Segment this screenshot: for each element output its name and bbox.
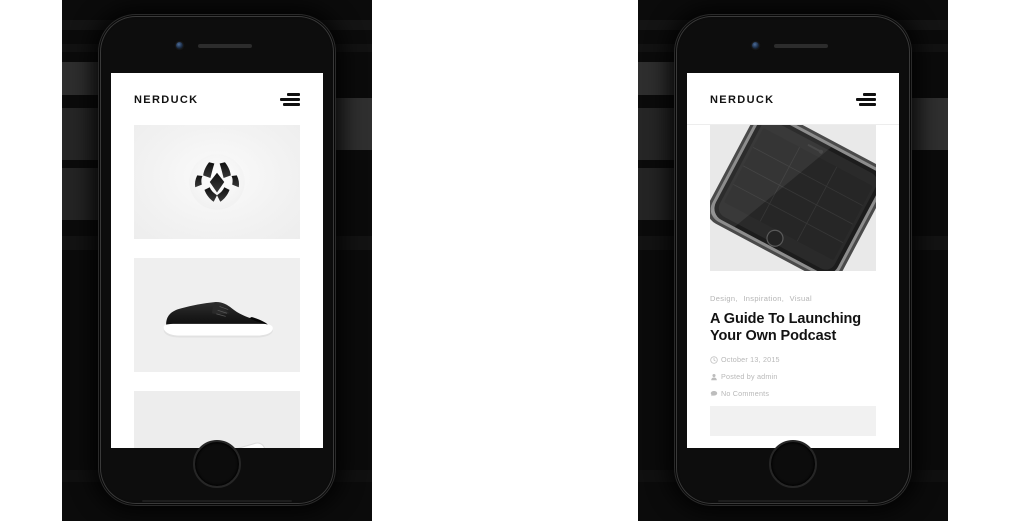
article-meta-comments: No Comments <box>710 389 876 398</box>
category-link[interactable]: Inspiration, <box>743 294 784 303</box>
site-header-left: NERDUCK <box>111 73 323 125</box>
article-meta-author: Posted by admin <box>710 372 876 381</box>
site-brand-right[interactable]: NERDUCK <box>710 94 774 106</box>
phone-mockup-left: NERDUCK <box>62 0 372 521</box>
screenshot-canvas: NERDUCK NERDUCK Design, Inspiration, Vis… <box>0 0 1010 521</box>
hamburger-icon[interactable] <box>280 93 300 107</box>
black-sneaker-image <box>163 302 273 338</box>
home-button[interactable] <box>193 440 241 488</box>
phone-screen-left: NERDUCK <box>111 73 323 448</box>
front-camera-icon <box>176 42 183 49</box>
phone-body-right: NERDUCK Design, Inspiration, Visual A Gu… <box>674 14 912 506</box>
hamburger-line-bottom <box>283 103 300 106</box>
meta-author-text: Posted by admin <box>721 372 778 381</box>
article-featured-image[interactable] <box>710 125 876 271</box>
clock-icon <box>710 355 718 364</box>
woven-lattice-logo-icon <box>189 154 245 210</box>
article-title[interactable]: A Guide To Launching Your Own Podcast <box>710 311 876 344</box>
post-feed <box>111 125 323 448</box>
home-button[interactable] <box>769 440 817 488</box>
dark-iphone-photo <box>710 125 876 271</box>
phone-mockup-right: NERDUCK Design, Inspiration, Visual A Gu… <box>638 0 948 521</box>
phone-body-left: NERDUCK <box>98 14 336 506</box>
article-categories: Design, Inspiration, Visual <box>710 294 876 303</box>
site-brand-left[interactable]: NERDUCK <box>134 94 198 106</box>
post-card-thumbnail[interactable] <box>134 258 300 372</box>
next-post-thumbnail[interactable] <box>710 406 876 436</box>
bottom-seam <box>718 500 868 502</box>
post-card-thumbnail[interactable] <box>134 125 300 239</box>
earpiece-speaker <box>774 44 828 48</box>
article-meta-date: October 13, 2015 <box>710 355 876 364</box>
bottom-seam <box>142 500 292 502</box>
hamburger-line-middle <box>856 98 876 101</box>
article: Design, Inspiration, Visual A Guide To L… <box>687 125 899 436</box>
meta-date-text: October 13, 2015 <box>721 355 780 364</box>
site-header-right: NERDUCK <box>687 73 899 125</box>
user-icon <box>711 373 717 380</box>
hamburger-line-top <box>287 93 300 96</box>
hamburger-icon[interactable] <box>856 93 876 107</box>
hamburger-line-middle <box>280 98 300 101</box>
comment-icon <box>710 390 718 396</box>
category-link[interactable]: Design, <box>710 294 738 303</box>
meta-comments-text: No Comments <box>721 389 770 398</box>
category-link[interactable]: Visual <box>790 294 812 303</box>
hamburger-line-bottom <box>859 103 876 106</box>
earpiece-speaker <box>198 44 252 48</box>
hamburger-line-top <box>863 93 876 96</box>
front-camera-icon <box>752 42 759 49</box>
phone-screen-right: NERDUCK Design, Inspiration, Visual A Gu… <box>687 73 899 448</box>
